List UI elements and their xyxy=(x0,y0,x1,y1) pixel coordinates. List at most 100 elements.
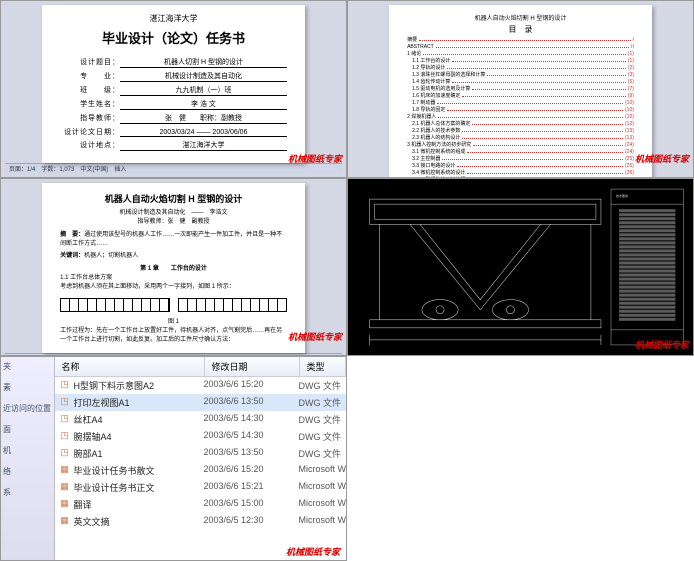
svg-text:技术要求: 技术要求 xyxy=(616,193,628,198)
abstract-text: 通过使用该型号的机器人工作……一次即能产生一件加工件，并且是一种不间断工作方式…… xyxy=(60,232,282,247)
file-type: Microsoft W xyxy=(298,498,346,511)
toc-row: 3 机器人控制方法的初步研究(24) xyxy=(407,142,634,149)
toc-text: 1.2 导轨的设计 xyxy=(407,65,445,72)
section-heading: 1.1 工作台总体方案 xyxy=(60,274,287,283)
form-label: 专 业： xyxy=(60,71,120,81)
toc-page: (26) xyxy=(625,170,634,177)
col-date[interactable]: 修改日期 xyxy=(205,357,300,376)
file-type: DWG 文件 xyxy=(298,447,346,460)
toc-text: 2.3 机器人的结构设计 xyxy=(407,135,460,142)
file-row[interactable]: ▦翻译2003/6/5 15:00Microsoft W xyxy=(55,496,346,513)
file-icon: ◳ xyxy=(55,430,73,443)
file-date: 2003/6/5 12:30 xyxy=(203,515,298,528)
file-row[interactable]: ◳腕摆轴A42003/6/5 14:30DWG 文件 xyxy=(55,428,346,445)
file-name: 打印左视图A1 xyxy=(73,396,203,409)
essay-author: 机械设计制造及其自动化 —— 李浩文 xyxy=(60,209,287,218)
file-row[interactable]: ◳腕部A12003/6/5 13:50DWG 文件 xyxy=(55,445,346,462)
sidebar-link[interactable]: 近访问的位置 xyxy=(3,403,52,414)
col-type[interactable]: 类型 xyxy=(300,357,346,376)
file-type: DWG 文件 xyxy=(298,413,346,426)
form-value: 张 健 职称：副教授 xyxy=(120,113,287,124)
toc-row: 1.8 导轨的固定(10) xyxy=(407,107,634,114)
toc-row: 1.2 导轨的设计 (2) xyxy=(407,65,634,72)
toc-row: 1.3 滚珠丝杠螺母副的选择和计算(3) xyxy=(407,72,634,79)
toc-row: 摘要I xyxy=(407,37,634,44)
form-row: 设计地点：湛江海洋大学 xyxy=(60,140,287,151)
file-icon: ◳ xyxy=(55,413,73,426)
form-label: 设计论文日期： xyxy=(60,127,120,137)
file-name: 毕业设计任务书正文 xyxy=(73,481,203,494)
sidebar-link[interactable]: 络 xyxy=(3,466,52,477)
file-type: Microsoft W xyxy=(298,464,346,477)
toc-row: 1.4 齿轮传动计算(5) xyxy=(407,79,634,86)
toc-text: 3.2 主控制器 xyxy=(407,156,440,163)
paper-taskbook: 湛江海洋大学 毕业设计（论文）任务书 设计题目：机器人切割 H 型钢的设计专 业… xyxy=(42,5,305,163)
paper-essay: 机器人自动火焰切割 H 型钢的设计 机械设计制造及其自动化 —— 李浩文 指导教… xyxy=(42,183,305,353)
file-icon: ▦ xyxy=(55,481,73,494)
essay-advisor: 指导教师：张 健 副教授 xyxy=(60,218,287,227)
file-header-row[interactable]: 名称 修改日期 类型 xyxy=(55,357,346,377)
file-type: DWG 文件 xyxy=(298,430,346,443)
doc-panel-toc: 机器人自动火焰切割 H 型钢的设计 目 录 摘要IABSTRACTII1 绪论(… xyxy=(347,0,694,178)
sidebar-link[interactable]: 素 xyxy=(3,382,52,393)
form-row: 指导教师：张 健 职称：副教授 xyxy=(60,113,287,124)
file-row[interactable]: ▦英文文摘2003/6/5 12:30Microsoft W xyxy=(55,513,346,530)
explorer-sidebar: 夹素近访问的位置面机络系 xyxy=(1,357,55,560)
file-date: 2003/6/5 15:00 xyxy=(203,498,298,511)
file-row[interactable]: ◳打印左视图A12003/6/6 13:50DWG 文件 xyxy=(55,394,346,411)
file-type: DWG 文件 xyxy=(298,379,346,392)
col-name[interactable]: 名称 xyxy=(55,357,205,376)
toc-page: (25) xyxy=(625,163,634,170)
file-icon: ▦ xyxy=(55,515,73,528)
toc-page: (2) xyxy=(628,65,634,72)
file-name: 腕摆轴A4 xyxy=(73,430,203,443)
form-value: 李 浩 文 xyxy=(120,99,287,110)
toc-row: 3.4 微机控制系统的设计 (26) xyxy=(407,170,634,177)
sidebar-link[interactable]: 系 xyxy=(3,487,52,498)
doc-panel-essay: 机器人自动火焰切割 H 型钢的设计 机械设计制造及其自动化 —— 李浩文 指导教… xyxy=(0,178,347,356)
toc-row: ABSTRACTII xyxy=(407,44,634,51)
file-row[interactable]: ◳H型钢下料示意图A22003/6/6 15:20DWG 文件 xyxy=(55,377,346,394)
toc-row: 3.3 接口电路的设计(25) xyxy=(407,163,634,170)
form-label: 设计题目： xyxy=(60,57,120,67)
toc-text: 3.1 微机控制系统的组成 xyxy=(407,149,465,156)
toc-row: 1.7 制动器(10) xyxy=(407,100,634,107)
sidebar-link[interactable]: 机 xyxy=(3,445,52,456)
toc-page: (10) xyxy=(625,100,634,107)
toc-heading: 目 录 xyxy=(407,24,634,35)
toc-row: 1.6 机床的加速度确定(9) xyxy=(407,93,634,100)
figure-bars xyxy=(60,298,287,312)
toc-page: (12) xyxy=(625,121,634,128)
file-date: 2003/6/6 13:50 xyxy=(203,396,298,409)
toc-page: (12) xyxy=(625,114,634,121)
toc-text: 3 机器人控制方法的初步研究 xyxy=(407,142,471,149)
file-type: Microsoft W xyxy=(298,515,346,528)
file-date: 2003/6/5 14:30 xyxy=(203,413,298,426)
form-row: 班 级：九九机制（一）班 xyxy=(60,85,287,96)
essay-title: 机器人自动火焰切割 H 型钢的设计 xyxy=(60,193,287,207)
file-icon: ◳ xyxy=(55,447,73,460)
cad-svg: 技术要求 xyxy=(348,179,693,355)
toc-text: 摘要 xyxy=(407,37,417,44)
file-icon: ◳ xyxy=(55,396,73,409)
body-text-2: 工作过程为：先在一个工作台上放置好工件，待机器人对齐，点气割完后……再在另一个工… xyxy=(60,327,287,345)
sidebar-link[interactable]: 夹 xyxy=(3,361,52,372)
sidebar-link[interactable]: 面 xyxy=(3,424,52,435)
body-text-1: 考虑到机器人须在其上面移动，采用两个一字接列，如图 1 所示： xyxy=(60,283,287,292)
file-name: 毕业设计任务书散文 xyxy=(73,464,203,477)
file-row[interactable]: ▦毕业设计任务书正文2003/6/6 15:21Microsoft W xyxy=(55,479,346,496)
file-name: 腕部A1 xyxy=(73,447,203,460)
status-bar: 页面：1/4 字数：1,073 中文(中国) 插入 xyxy=(5,163,342,173)
form-row: 设计题目：机器人切割 H 型钢的设计 xyxy=(60,57,287,68)
file-row[interactable]: ◳丝杠A42003/6/5 14:30DWG 文件 xyxy=(55,411,346,428)
form-label: 班 级： xyxy=(60,85,120,95)
cad-drawing-panel: 技术要求 机械图纸专家 xyxy=(347,178,694,356)
toc-row: 2.1 机器人总体方案的确定(12) xyxy=(407,121,634,128)
file-type: Microsoft W xyxy=(298,481,346,494)
toc-page: (3) xyxy=(628,72,634,79)
toc-text: 3.4 微机控制系统的设计 xyxy=(407,170,465,177)
form-value: 湛江海洋大学 xyxy=(120,140,287,151)
file-row[interactable]: ▦毕业设计任务书散文2003/6/6 15:20Microsoft W xyxy=(55,462,346,479)
file-name: H型钢下料示意图A2 xyxy=(73,379,203,392)
doc-panel-taskbook: 湛江海洋大学 毕业设计（论文）任务书 设计题目：机器人切割 H 型钢的设计专 业… xyxy=(0,0,347,178)
